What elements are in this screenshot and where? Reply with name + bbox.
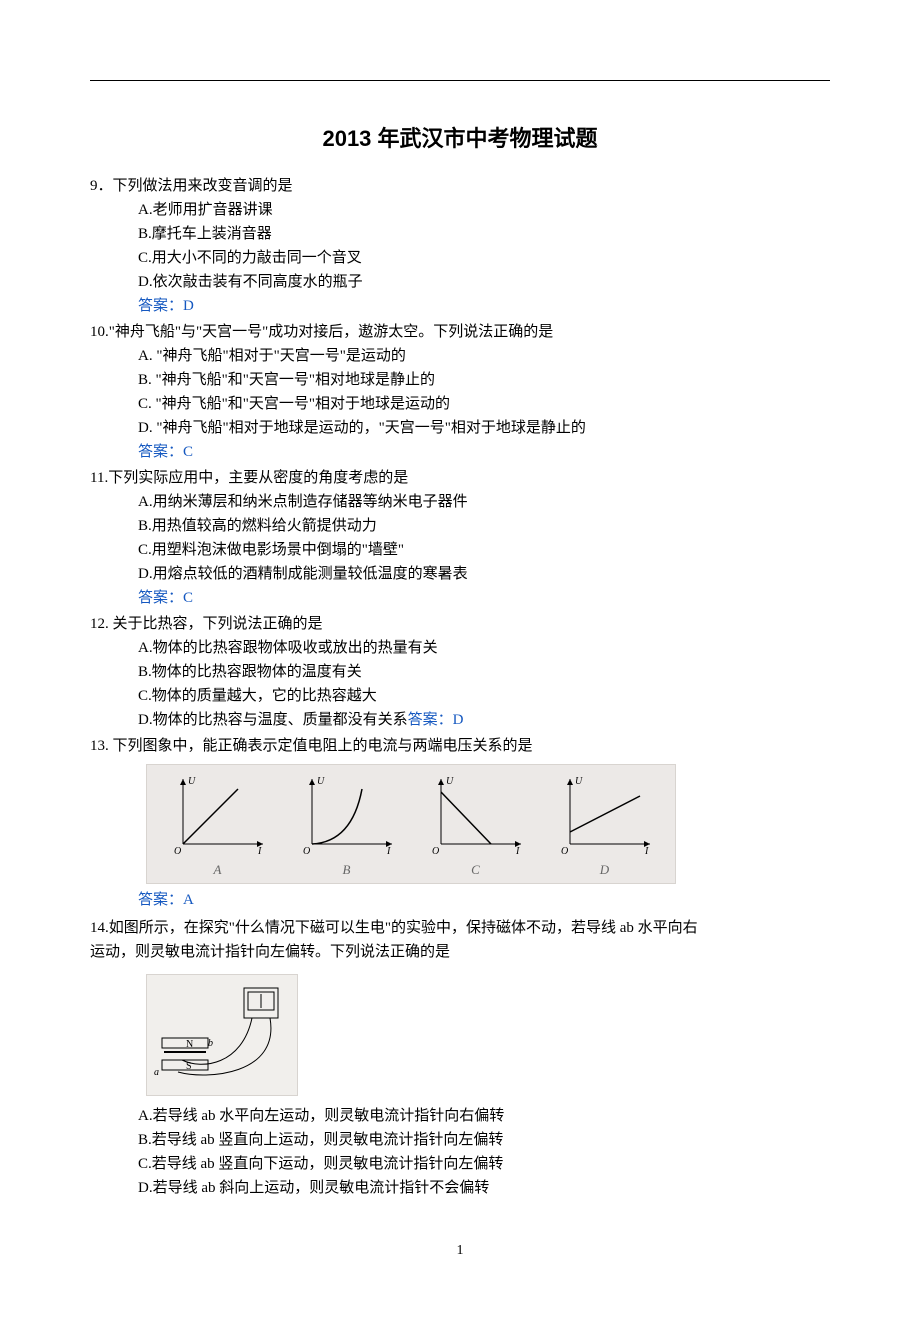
question-11: 11.下列实际应用中，主要从密度的角度考虑的是 A.用纳米薄层和纳米点制造存储器… [90,466,830,610]
q11-stem: 11.下列实际应用中，主要从密度的角度考虑的是 [90,466,830,490]
svg-text:I: I [386,846,391,854]
graph-a-icon: U I O [168,774,268,854]
q14-option-a: A.若导线 ab 水平向左运动，则灵敏电流计指针向右偏转 [138,1104,830,1128]
q14-stem-line2: 运动，则灵敏电流计指针向左偏转。下列说法正确的是 [90,940,830,964]
svg-text:U: U [317,776,325,787]
q11-option-a: A.用纳米薄层和纳米点制造存储器等纳米电子器件 [138,490,830,514]
q9-option-d: D.依次敲击装有不同高度水的瓶子 [138,270,830,294]
q11-options: A.用纳米薄层和纳米点制造存储器等纳米电子器件 B.用热值较高的燃料给火箭提供动… [90,490,830,586]
svg-text:I: I [515,846,520,854]
q13-graph-a: U I O A [168,774,268,882]
q13-graphs: U I O A U I O B [146,764,676,884]
q12-stem: 12. 关于比热容，下列说法正确的是 [90,612,830,636]
q10-option-b: B. "神舟飞船"和"天宫一号"相对地球是静止的 [138,368,830,392]
svg-text:U: U [188,776,196,787]
q12-answer: 答案：D [408,712,464,728]
q9-options: A.老师用扩音器讲课 B.摩托车上装消音器 C.用大小不同的力敲击同一个音叉 D… [90,198,830,294]
q14-options: A.若导线 ab 水平向左运动，则灵敏电流计指针向右偏转 B.若导线 ab 竖直… [90,1104,830,1200]
q13-answer: 答案：A [90,888,830,912]
q12-option-b: B.物体的比热容跟物体的温度有关 [138,660,830,684]
page-title: 2013 年武汉市中考物理试题 [90,121,830,156]
svg-text:O: O [561,846,568,854]
svg-text:I: I [644,846,649,854]
q14-stem-line1: 14.如图所示，在探究"什么情况下磁可以生电"的实验中，保持磁体不动，若导线 a… [90,916,830,940]
graph-d-icon: U I O [555,774,655,854]
q13-graph-c: U I O C [426,774,526,882]
header-rule [90,80,830,81]
q14-option-c: C.若导线 ab 竖直向下运动，则灵敏电流计指针向左偏转 [138,1152,830,1176]
svg-text:U: U [446,776,454,787]
q10-option-d: D. "神舟飞船"相对于地球是运动的，"天宫一号"相对于地球是静止的 [138,416,830,440]
graph-b-icon: U I O [297,774,397,854]
q13-graph-d: U I O D [555,774,655,882]
question-12: 12. 关于比热容，下列说法正确的是 A.物体的比热容跟物体吸收或放出的热量有关… [90,612,830,732]
q13-label-b: B [297,860,397,881]
q9-stem: 9．下列做法用来改变音调的是 [90,174,830,198]
q13-label-c: C [426,860,526,881]
q9-option-a: A.老师用扩音器讲课 [138,198,830,222]
svg-text:a: a [154,1067,159,1078]
svg-text:N: N [186,1039,193,1050]
q14-option-d: D.若导线 ab 斜向上运动，则灵敏电流计指针不会偏转 [138,1176,830,1200]
q12-option-d-text: D.物体的比热容与温度、质量都没有关系 [138,712,408,728]
svg-text:O: O [432,846,439,854]
q9-option-c: C.用大小不同的力敲击同一个音叉 [138,246,830,270]
question-9: 9．下列做法用来改变音调的是 A.老师用扩音器讲课 B.摩托车上装消音器 C.用… [90,174,830,318]
q11-option-c: C.用塑料泡沫做电影场景中倒塌的"墙壁" [138,538,830,562]
svg-text:U: U [575,776,583,787]
q10-answer: 答案：C [90,440,830,464]
q10-option-a: A. "神舟飞船"相对于"天宫一号"是运动的 [138,344,830,368]
q11-option-b: B.用热值较高的燃料给火箭提供动力 [138,514,830,538]
q13-label-a: A [168,860,268,881]
question-10: 10."神舟飞船"与"天宫一号"成功对接后，遨游太空。下列说法正确的是 A. "… [90,320,830,464]
q10-options: A. "神舟飞船"相对于"天宫一号"是运动的 B. "神舟飞船"和"天宫一号"相… [90,344,830,440]
svg-text:I: I [257,846,262,854]
q11-answer: 答案：C [90,586,830,610]
page-number: 1 [90,1240,830,1262]
magnet-galvanometer-icon: N S b a [152,980,292,1090]
q12-options: A.物体的比热容跟物体吸收或放出的热量有关 B.物体的比热容跟物体的温度有关 C… [90,636,830,732]
svg-text:O: O [303,846,310,854]
q12-option-d: D.物体的比热容与温度、质量都没有关系答案：D [138,708,830,732]
q14-figure: N S b a [146,974,298,1096]
q13-stem: 13. 下列图象中，能正确表示定值电阻上的电流与两端电压关系的是 [90,734,830,758]
svg-text:b: b [208,1038,213,1049]
q10-option-c: C. "神舟飞船"和"天宫一号"相对于地球是运动的 [138,392,830,416]
svg-text:O: O [174,846,181,854]
question-14: 14.如图所示，在探究"什么情况下磁可以生电"的实验中，保持磁体不动，若导线 a… [90,916,830,1200]
q9-option-b: B.摩托车上装消音器 [138,222,830,246]
q13-label-d: D [555,860,655,881]
question-13: 13. 下列图象中，能正确表示定值电阻上的电流与两端电压关系的是 U I O A… [90,734,830,912]
q10-stem: 10."神舟飞船"与"天宫一号"成功对接后，遨游太空。下列说法正确的是 [90,320,830,344]
q12-option-a: A.物体的比热容跟物体吸收或放出的热量有关 [138,636,830,660]
q11-option-d: D.用熔点较低的酒精制成能测量较低温度的寒暑表 [138,562,830,586]
graph-c-icon: U I O [426,774,526,854]
q9-answer: 答案：D [90,294,830,318]
svg-text:S: S [186,1061,192,1072]
q13-graph-b: U I O B [297,774,397,882]
q12-option-c: C.物体的质量越大，它的比热容越大 [138,684,830,708]
q14-option-b: B.若导线 ab 竖直向上运动，则灵敏电流计指针向左偏转 [138,1128,830,1152]
